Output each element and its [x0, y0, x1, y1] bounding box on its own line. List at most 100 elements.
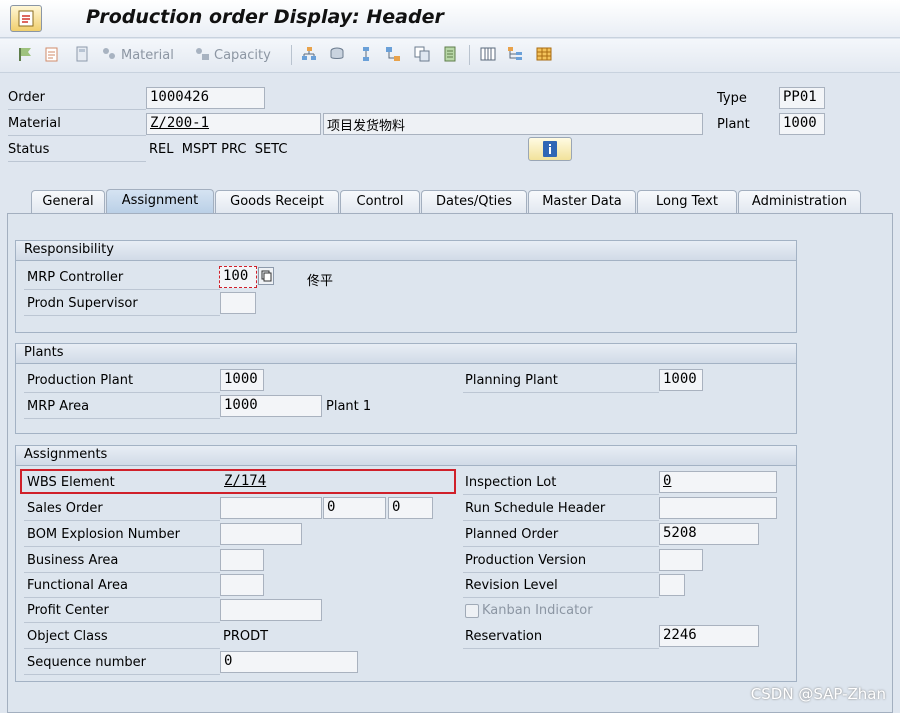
hierarchy-icon[interactable]: [301, 46, 317, 62]
group-title: Responsibility: [16, 241, 796, 261]
functional-area-field[interactable]: [220, 574, 264, 596]
row-line: [463, 520, 659, 521]
business-area-field[interactable]: [220, 549, 264, 571]
inspection-lot-label: Inspection Lot: [465, 475, 557, 490]
material-button[interactable]: Material: [121, 48, 174, 63]
kanban-indicator-label: Kanban Indicator: [482, 603, 593, 618]
tab-goods-receipt[interactable]: Goods Receipt: [215, 190, 339, 213]
planning-plant-field[interactable]: 1000: [659, 369, 703, 391]
row-line: [463, 648, 659, 649]
tab-administration[interactable]: Administration: [738, 190, 861, 213]
mrp-area-field[interactable]: 1000: [220, 395, 322, 417]
type-field[interactable]: PP01: [779, 87, 825, 109]
order-label: Order: [8, 90, 45, 105]
responsibility-group: Responsibility: [15, 240, 797, 333]
row-line: [24, 289, 220, 290]
business-area-label: Business Area: [27, 553, 119, 568]
row-line: [463, 597, 659, 598]
sales-order-label: Sales Order: [27, 501, 103, 516]
plant-label: Plant: [717, 117, 750, 132]
mrp-area-label: MRP Area: [27, 399, 90, 414]
planning-plant-label: Planning Plant: [465, 373, 558, 388]
tab-long-text[interactable]: Long Text: [637, 190, 737, 213]
row-line: [24, 597, 220, 598]
reservation-label: Reservation: [465, 629, 543, 644]
prodn-supervisor-label: Prodn Supervisor: [27, 296, 138, 311]
production-version-label: Production Version: [465, 553, 587, 568]
plant-field[interactable]: 1000: [779, 113, 825, 135]
status-label: Status: [8, 142, 50, 157]
row-line: [8, 135, 146, 136]
tab-assignment[interactable]: Assignment: [106, 189, 214, 214]
tab-general[interactable]: General: [31, 190, 105, 213]
sales-schedule-field[interactable]: 0: [388, 497, 433, 519]
planned-order-field[interactable]: 5208: [659, 523, 759, 545]
sales-order-item-field[interactable]: 0: [323, 497, 386, 519]
inspection-lot-field[interactable]: 0: [659, 471, 777, 493]
reservation-field[interactable]: 2246: [659, 625, 759, 647]
components-icon[interactable]: [442, 46, 458, 62]
database-icon[interactable]: [329, 46, 345, 62]
operations-icon[interactable]: [358, 46, 374, 62]
row-line: [24, 392, 220, 393]
planned-order-label: Planned Order: [465, 527, 559, 542]
row-line: [24, 648, 220, 649]
row-line: [24, 622, 220, 623]
capacity-button[interactable]: Capacity: [214, 48, 271, 63]
type-label: Type: [717, 91, 747, 106]
functional-area-label: Functional Area: [27, 578, 128, 593]
mrp-controller-field[interactable]: 100: [219, 266, 257, 288]
page-title: Production order Display: Header: [86, 6, 444, 28]
grid-icon[interactable]: [536, 46, 552, 62]
copy-icon[interactable]: [414, 46, 430, 62]
row-line: [8, 109, 146, 110]
status-value: REL MSPT PRC SETC: [149, 142, 288, 157]
kanban-checkbox[interactable]: [465, 604, 479, 618]
status-info-button[interactable]: [528, 137, 572, 161]
sequence-number-field[interactable]: 0: [220, 651, 358, 673]
bom-explosion-field[interactable]: [220, 523, 302, 545]
material-icon[interactable]: [101, 46, 117, 62]
production-plant-label: Production Plant: [27, 373, 134, 388]
material-field[interactable]: Z/200-1: [146, 113, 321, 135]
structure-icon[interactable]: [385, 46, 401, 62]
revision-level-field[interactable]: [659, 574, 685, 596]
profit-center-field[interactable]: [220, 599, 322, 621]
sales-order-field[interactable]: [220, 497, 322, 519]
tree-icon[interactable]: [507, 46, 523, 62]
group-title: Plants: [16, 344, 796, 364]
profit-center-label: Profit Center: [27, 603, 109, 618]
row-line: [463, 494, 659, 495]
production-plant-field[interactable]: 1000: [220, 369, 264, 391]
group-title: Assignments: [16, 446, 796, 466]
tab-dates-qties[interactable]: Dates/Qties: [421, 190, 527, 213]
flag-icon[interactable]: [17, 46, 33, 62]
run-schedule-header-label: Run Schedule Header: [465, 501, 606, 516]
menu-icon[interactable]: [10, 5, 42, 32]
tab-control[interactable]: Control: [340, 190, 420, 213]
material-label: Material: [8, 116, 61, 131]
prodn-supervisor-field[interactable]: [220, 292, 256, 314]
production-version-field[interactable]: [659, 549, 703, 571]
row-line: [8, 161, 146, 162]
tab-master-data[interactable]: Master Data: [528, 190, 636, 213]
watermark: CSDN @SAP-Zhan: [750, 685, 886, 703]
document-icon[interactable]: [44, 46, 60, 62]
row-line: [24, 418, 220, 419]
order-field[interactable]: 1000426: [146, 87, 265, 109]
columns-icon[interactable]: [480, 46, 496, 62]
toolbar-separator: [469, 45, 470, 65]
mrp-controller-name: 佟平: [307, 274, 334, 289]
row-line: [463, 546, 659, 547]
capacity-icon[interactable]: [194, 46, 210, 62]
run-schedule-header-field[interactable]: [659, 497, 777, 519]
value-help-icon[interactable]: [258, 267, 274, 285]
row-line: [463, 572, 659, 573]
material-description: 项目发货物料: [323, 113, 703, 135]
row-line: [24, 674, 220, 675]
highlight-box: [20, 469, 456, 494]
row-line: [24, 315, 220, 316]
calculator-icon[interactable]: [74, 46, 90, 62]
object-class-label: Object Class: [27, 629, 108, 644]
row-line: [24, 546, 220, 547]
